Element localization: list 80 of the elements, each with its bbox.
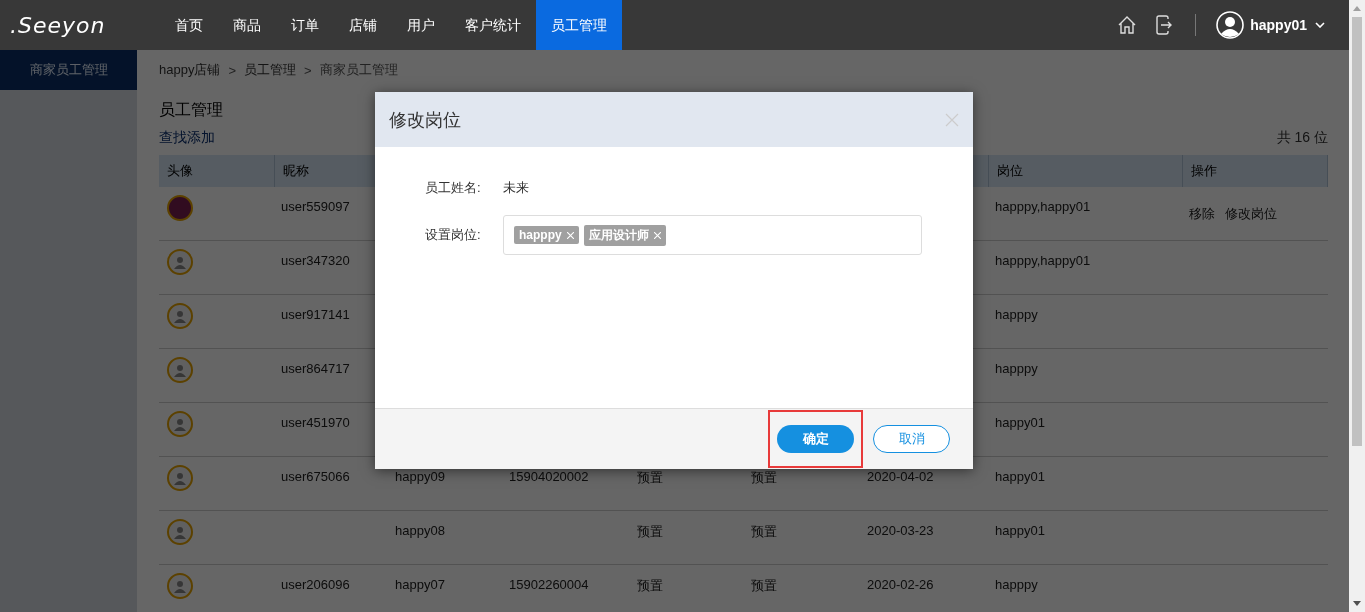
table-cell: happpy — [995, 307, 1038, 322]
table-cell: happy01 — [995, 415, 1045, 430]
page-title: 员工管理 — [159, 100, 223, 120]
default-avatar-icon — [167, 519, 193, 545]
table-cell: happpy,happy01 — [995, 253, 1091, 268]
employee-name: 未来 — [503, 179, 529, 197]
nav-tab[interactable]: 店铺 — [334, 0, 392, 50]
table-cell: happy01 — [995, 523, 1045, 538]
scroll-down-icon[interactable] — [1353, 601, 1361, 606]
table-cell: 预置 — [751, 578, 777, 593]
column-header: 岗位 — [997, 163, 1023, 178]
table-cell: happpy — [995, 361, 1038, 376]
username[interactable]: happy01 — [1250, 17, 1307, 33]
table-cell: user451970 — [281, 415, 350, 430]
table-cell: happy07 — [395, 577, 445, 592]
home-icon[interactable] — [1117, 15, 1138, 35]
default-avatar-icon — [167, 303, 193, 329]
row-action-link[interactable]: 修改岗位 — [1225, 205, 1277, 223]
table-cell: user559097 — [281, 199, 350, 214]
field-label: 员工姓名: — [425, 179, 482, 197]
breadcrumb-separator: > — [304, 62, 312, 78]
default-avatar-icon — [167, 573, 193, 599]
tag-remove-icon[interactable] — [566, 231, 574, 239]
nav-tab[interactable]: 员工管理 — [536, 0, 622, 50]
default-avatar-icon — [167, 357, 193, 383]
table-cell: 预置 — [637, 470, 663, 485]
scroll-up-icon[interactable] — [1353, 6, 1361, 11]
table-cell: 15902260004 — [509, 577, 589, 592]
nav-tab[interactable]: 首页 — [160, 0, 218, 50]
user-avatar-icon[interactable] — [1216, 11, 1245, 39]
find-add-link[interactable]: 查找添加 — [159, 129, 215, 147]
breadcrumb-item: 商家员工管理 — [319, 61, 398, 79]
nav-tab[interactable]: 商品 — [218, 0, 276, 50]
table-cell: user206096 — [281, 577, 350, 592]
table-cell: 预置 — [637, 578, 663, 593]
table-cell: happpy,happy01 — [995, 199, 1091, 214]
table-cell: happy09 — [395, 469, 445, 484]
field-label: 设置岗位: — [425, 226, 482, 244]
table-cell: 2020-03-23 — [867, 523, 934, 538]
breadcrumb-item[interactable]: happy店铺 — [159, 61, 221, 79]
tag-input-field[interactable]: happpy 应用设计师 — [503, 215, 922, 255]
close-icon[interactable] — [945, 112, 959, 127]
nav-tab[interactable]: 客户统计 — [450, 0, 536, 50]
table-cell: 预置 — [637, 524, 663, 539]
avatar-photo-placeholder — [167, 195, 193, 221]
nav-tab[interactable]: 订单 — [276, 0, 334, 50]
tag-label: 应用设计师 — [588, 226, 649, 244]
table-cell: happy01 — [995, 469, 1045, 484]
logo[interactable]: .Seeyon — [0, 12, 140, 38]
column-header: 操作 — [1191, 163, 1217, 178]
table-cell: user675066 — [281, 469, 350, 484]
table-cell: happy08 — [395, 523, 445, 538]
scrollbar[interactable] — [1349, 0, 1365, 612]
caret-icon[interactable] — [1315, 22, 1325, 28]
table-cell: 2020-04-02 — [867, 469, 934, 484]
table-cell: 预置 — [751, 470, 777, 485]
table-cell: happpy — [995, 577, 1038, 592]
table-cell: 15904020002 — [509, 469, 589, 484]
sidebar-item[interactable]: 商家员工管理 — [0, 50, 137, 90]
tag-label: happpy — [519, 228, 562, 242]
nav-tab[interactable]: 用户 — [392, 0, 450, 50]
tag-remove-icon[interactable] — [653, 231, 661, 239]
row-action-link[interactable]: 移除 — [1189, 205, 1215, 223]
default-avatar-icon — [167, 249, 193, 275]
column-header: 昵称 — [283, 163, 309, 178]
breadcrumb-separator: > — [228, 62, 236, 78]
cancel-button[interactable]: 取消 — [873, 425, 950, 453]
table-cell: 预置 — [751, 524, 777, 539]
table-cell: user864717 — [281, 361, 350, 376]
dialog-title: 修改岗位 — [389, 108, 461, 132]
total-count: 共 16 位 — [1276, 129, 1328, 147]
column-header: 头像 — [167, 163, 193, 178]
table-cell: user917141 — [281, 307, 350, 322]
table-cell: user347320 — [281, 253, 350, 268]
breadcrumb-item[interactable]: 员工管理 — [244, 61, 296, 79]
scrollbar-thumb[interactable] — [1352, 17, 1362, 446]
confirm-button[interactable]: 确定 — [777, 425, 854, 453]
table-cell: 2020-02-26 — [867, 577, 934, 592]
default-avatar-icon — [167, 411, 193, 437]
default-avatar-icon — [167, 465, 193, 491]
